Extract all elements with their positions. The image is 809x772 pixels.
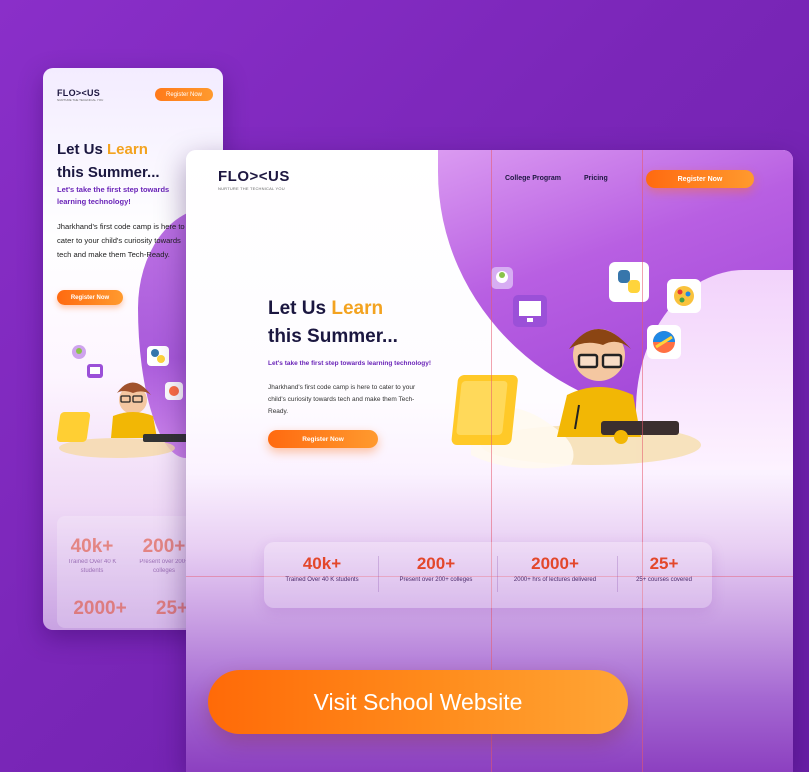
mobile-logo-text: FLO><US (57, 88, 101, 98)
desktop-stat-label: Trained Over 40 K students (285, 577, 359, 583)
nav-pricing[interactable]: Pricing (584, 175, 608, 182)
desktop-register-button[interactable]: Register Now (268, 430, 378, 448)
desktop-stat: 2000+ 2000+ hrs of lectures delivered (496, 554, 614, 583)
desktop-title-part-2: this Summer... (268, 326, 398, 347)
desktop-hero-description: Jharkhand's first code camp is here to c… (268, 384, 416, 415)
desktop-logo-tagline: NURTURE THE TECHNICAL YOU (218, 186, 285, 191)
nav-college-program[interactable]: College Program (505, 175, 561, 182)
desktop-stat-label: Present over 200+ colleges (399, 577, 473, 583)
beach-ball-icon (647, 325, 681, 359)
mobile-title-part-2: this Summer... (57, 164, 160, 181)
mobile-register-button[interactable]: Register Now (57, 290, 123, 305)
desktop-hero-title: Let Us Learn this Summer... (268, 295, 468, 351)
plant-pot-icon (72, 345, 86, 359)
stat-divider (378, 556, 379, 592)
monitor-icon (513, 295, 547, 327)
monitor-icon (87, 364, 103, 378)
mobile-logo[interactable]: FLO><US NURTURE THE TECHNICAL YOU (57, 88, 103, 102)
python-icon (147, 346, 169, 366)
mobile-title-learn: Learn (107, 141, 148, 158)
python-icon (609, 262, 649, 302)
mobile-stat: 2000+ (65, 598, 135, 620)
desktop-stats-panel: 40k+ Trained Over 40 K students 200+ Pre… (264, 542, 712, 608)
desktop-stat: 40k+ Trained Over 40 K students (264, 554, 380, 583)
desktop-hero-subtitle: Let's take the first step towards learni… (268, 360, 431, 367)
desktop-title-part-1: Let Us (268, 298, 332, 319)
desktop-stat-label: 2000+ hrs of lectures delivered (513, 577, 597, 583)
desktop-stat-value: 25+ (649, 554, 679, 573)
paint-palette-icon (667, 279, 701, 313)
mobile-hero-description: Jharkhand's first code camp is here to c… (57, 222, 185, 259)
desktop-stat-value: 200+ (416, 554, 456, 573)
mobile-stat-value: 2000+ (73, 598, 127, 619)
desktop-stat-label: 25+ courses covered (636, 577, 692, 583)
desktop-logo[interactable]: FLO><US NURTURE THE TECHNICAL YOU (218, 168, 290, 191)
mobile-hero-subtitle: Let's take the first step towards learni… (57, 185, 170, 206)
desktop-logo-text: FLO><US (218, 168, 290, 185)
desktop-stat-value: 2000+ (531, 554, 579, 573)
desktop-stat: 200+ Present over 200+ colleges (380, 554, 492, 583)
mobile-header: FLO><US NURTURE THE TECHNICAL YOU Regist… (57, 88, 213, 104)
mobile-stat: 40k+ Trained Over 40 K students (57, 536, 127, 576)
desktop-stat-value: 40k+ (302, 554, 342, 573)
plant-pot-icon (491, 267, 513, 289)
mobile-logo-tagline: NURTURE THE TECHNICAL YOU (57, 98, 104, 102)
mobile-title-part-1: Let Us (57, 141, 108, 158)
visit-school-website-button[interactable]: Visit School Website (208, 670, 628, 734)
mobile-hero-title: Let Us Learn this Summer... (57, 138, 207, 184)
guide-line-vertical (642, 150, 643, 772)
desktop-stat: 25+ 25+ courses covered (616, 554, 712, 583)
desktop-hero-illustration (451, 262, 701, 469)
desktop-title-learn: Learn (331, 298, 384, 319)
mobile-stat-label: Trained Over 40 K students (67, 559, 117, 574)
mobile-stat-value: 40k+ (70, 536, 114, 557)
desktop-register-top-button[interactable]: Register Now (646, 170, 754, 188)
beach-ball-icon (165, 382, 183, 400)
mobile-register-top-button[interactable]: Register Now (155, 88, 213, 101)
